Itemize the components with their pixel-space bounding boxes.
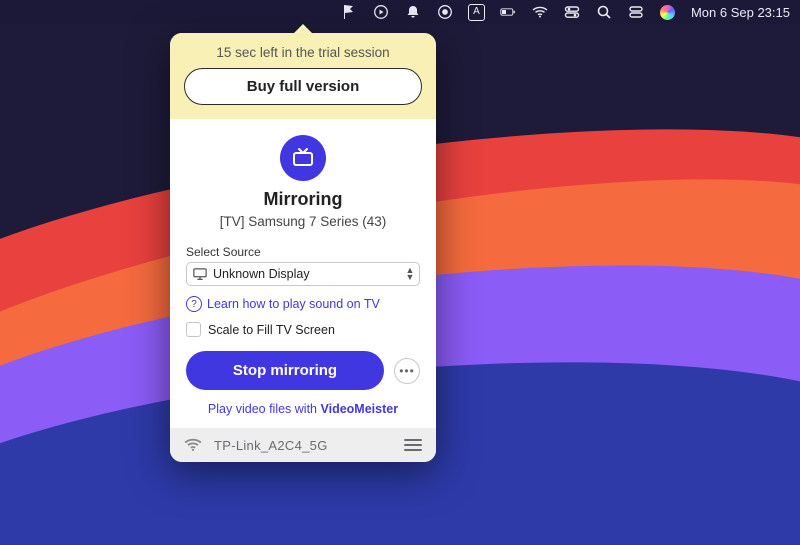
promo-app-name: VideoMeister [320, 402, 398, 416]
tv-icon [280, 135, 326, 181]
spotlight-icon[interactable] [595, 3, 613, 21]
trial-banner: 15 sec left in the trial session Buy ful… [170, 33, 436, 119]
videomeister-promo-link[interactable]: Play video files with VideoMeister [186, 402, 420, 416]
input-a-icon[interactable]: A [468, 4, 485, 21]
bell-icon[interactable] [404, 3, 422, 21]
scale-to-fill-checkbox-row[interactable]: Scale to Fill TV Screen [186, 322, 420, 337]
chevron-up-down-icon: ▲▼ [405, 267, 415, 281]
siri-icon[interactable] [659, 3, 677, 21]
macos-menubar: A Mon 6 Sep 23:15 [0, 0, 800, 24]
monitor-icon [193, 268, 207, 280]
popover-arrow [293, 24, 313, 34]
mirroring-popover: 15 sec left in the trial session Buy ful… [170, 33, 436, 462]
battery-icon[interactable] [499, 3, 517, 21]
promo-prefix: Play video files with [208, 402, 321, 416]
learn-sound-text: Learn how to play sound on TV [207, 297, 380, 311]
more-options-button[interactable]: ••• [394, 358, 420, 384]
ellipsis-icon: ••• [399, 364, 415, 378]
wifi-ssid: TP-Link_A2C4_5G [214, 438, 392, 453]
checkbox-unchecked[interactable] [186, 322, 201, 337]
mirroring-title: Mirroring [186, 189, 420, 210]
flag-icon[interactable] [340, 3, 358, 21]
toggles-icon[interactable] [627, 3, 645, 21]
stop-mirroring-button[interactable]: Stop mirroring [186, 351, 384, 390]
popover-footer: TP-Link_A2C4_5G [170, 428, 436, 462]
mirroring-target-device: [TV] Samsung 7 Series (43) [186, 214, 420, 229]
trial-countdown-text: 15 sec left in the trial session [184, 45, 422, 60]
learn-sound-link[interactable]: ? Learn how to play sound on TV [186, 296, 420, 312]
wifi-icon[interactable] [531, 3, 549, 21]
mirroring-main-panel: Mirroring [TV] Samsung 7 Series (43) Sel… [170, 119, 436, 428]
help-icon: ? [186, 296, 202, 312]
record-circle-icon[interactable] [436, 3, 454, 21]
control-center-icon[interactable] [563, 3, 581, 21]
buy-full-version-button[interactable]: Buy full version [184, 68, 422, 105]
select-source-dropdown[interactable]: Unknown Display ▲▼ [186, 262, 420, 286]
scale-to-fill-label: Scale to Fill TV Screen [208, 323, 335, 337]
select-source-label: Select Source [186, 245, 420, 259]
wifi-icon [184, 438, 202, 452]
menu-button[interactable] [404, 436, 422, 454]
menubar-datetime[interactable]: Mon 6 Sep 23:15 [691, 3, 790, 21]
play-circle-icon[interactable] [372, 3, 390, 21]
select-source-value: Unknown Display [213, 267, 399, 281]
